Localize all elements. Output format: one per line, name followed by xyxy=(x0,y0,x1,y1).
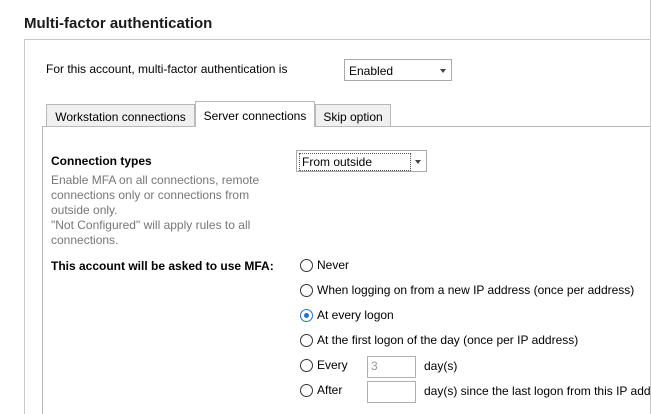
ask-mfa-label: This account will be asked to use MFA: xyxy=(51,259,274,273)
chevron-down-icon xyxy=(440,69,446,73)
description-line: Enable MFA on all connections, remote xyxy=(51,173,260,187)
radio-button[interactable] xyxy=(300,259,313,272)
radio-button-checked[interactable] xyxy=(300,309,313,322)
title-divider xyxy=(24,39,651,40)
connection-types-dropdown[interactable]: From outside xyxy=(296,150,427,172)
radio-label: When logging on from a new IP address (o… xyxy=(317,283,635,297)
every-days-input[interactable]: 3 xyxy=(367,356,416,378)
description-line: connections. xyxy=(51,233,119,247)
radio-button[interactable] xyxy=(300,334,313,347)
connection-types-value: From outside xyxy=(299,153,411,171)
connection-types-description: Enable MFA on all connections, remote co… xyxy=(51,173,281,248)
mfa-status-value: Enabled xyxy=(349,64,394,78)
radio-label: At every logon xyxy=(317,308,394,322)
tab-label: Skip option xyxy=(323,110,383,124)
radio-label: Never xyxy=(317,258,350,272)
every-days-unit: day(s) xyxy=(424,359,458,373)
radio-label: At the first logon of the day (once per … xyxy=(317,333,579,347)
tab-skip-option[interactable]: Skip option xyxy=(315,104,391,126)
tab-label: Server connections xyxy=(203,109,307,123)
tab-workstation-connections[interactable]: Workstation connections xyxy=(46,104,195,126)
section-title: Multi-factor authentication xyxy=(24,15,213,32)
mfa-status-label: For this account, multi-factor authentic… xyxy=(46,62,288,76)
radio-button[interactable] xyxy=(300,359,313,372)
chevron-down-icon xyxy=(415,160,421,164)
radio-label: Every xyxy=(317,358,348,372)
description-line: "Not Configured" will apply rules to all xyxy=(51,218,251,232)
description-line: connections only or connections from xyxy=(51,188,250,202)
frame-left-border xyxy=(24,40,25,414)
mfa-status-dropdown[interactable]: Enabled xyxy=(344,59,452,81)
tab-server-connections[interactable]: Server connections xyxy=(195,101,315,127)
section-header: Multi-factor authentication xyxy=(0,0,651,40)
after-days-unit: day(s) since the last logon from this IP… xyxy=(424,384,651,398)
tab-label: Workstation connections xyxy=(55,110,186,124)
description-line: outside only. xyxy=(51,203,118,217)
radio-label: After xyxy=(317,383,343,397)
after-days-input[interactable] xyxy=(367,381,416,403)
radio-button[interactable] xyxy=(300,284,313,297)
radio-button[interactable] xyxy=(300,384,313,397)
connection-types-title: Connection types xyxy=(51,154,152,168)
